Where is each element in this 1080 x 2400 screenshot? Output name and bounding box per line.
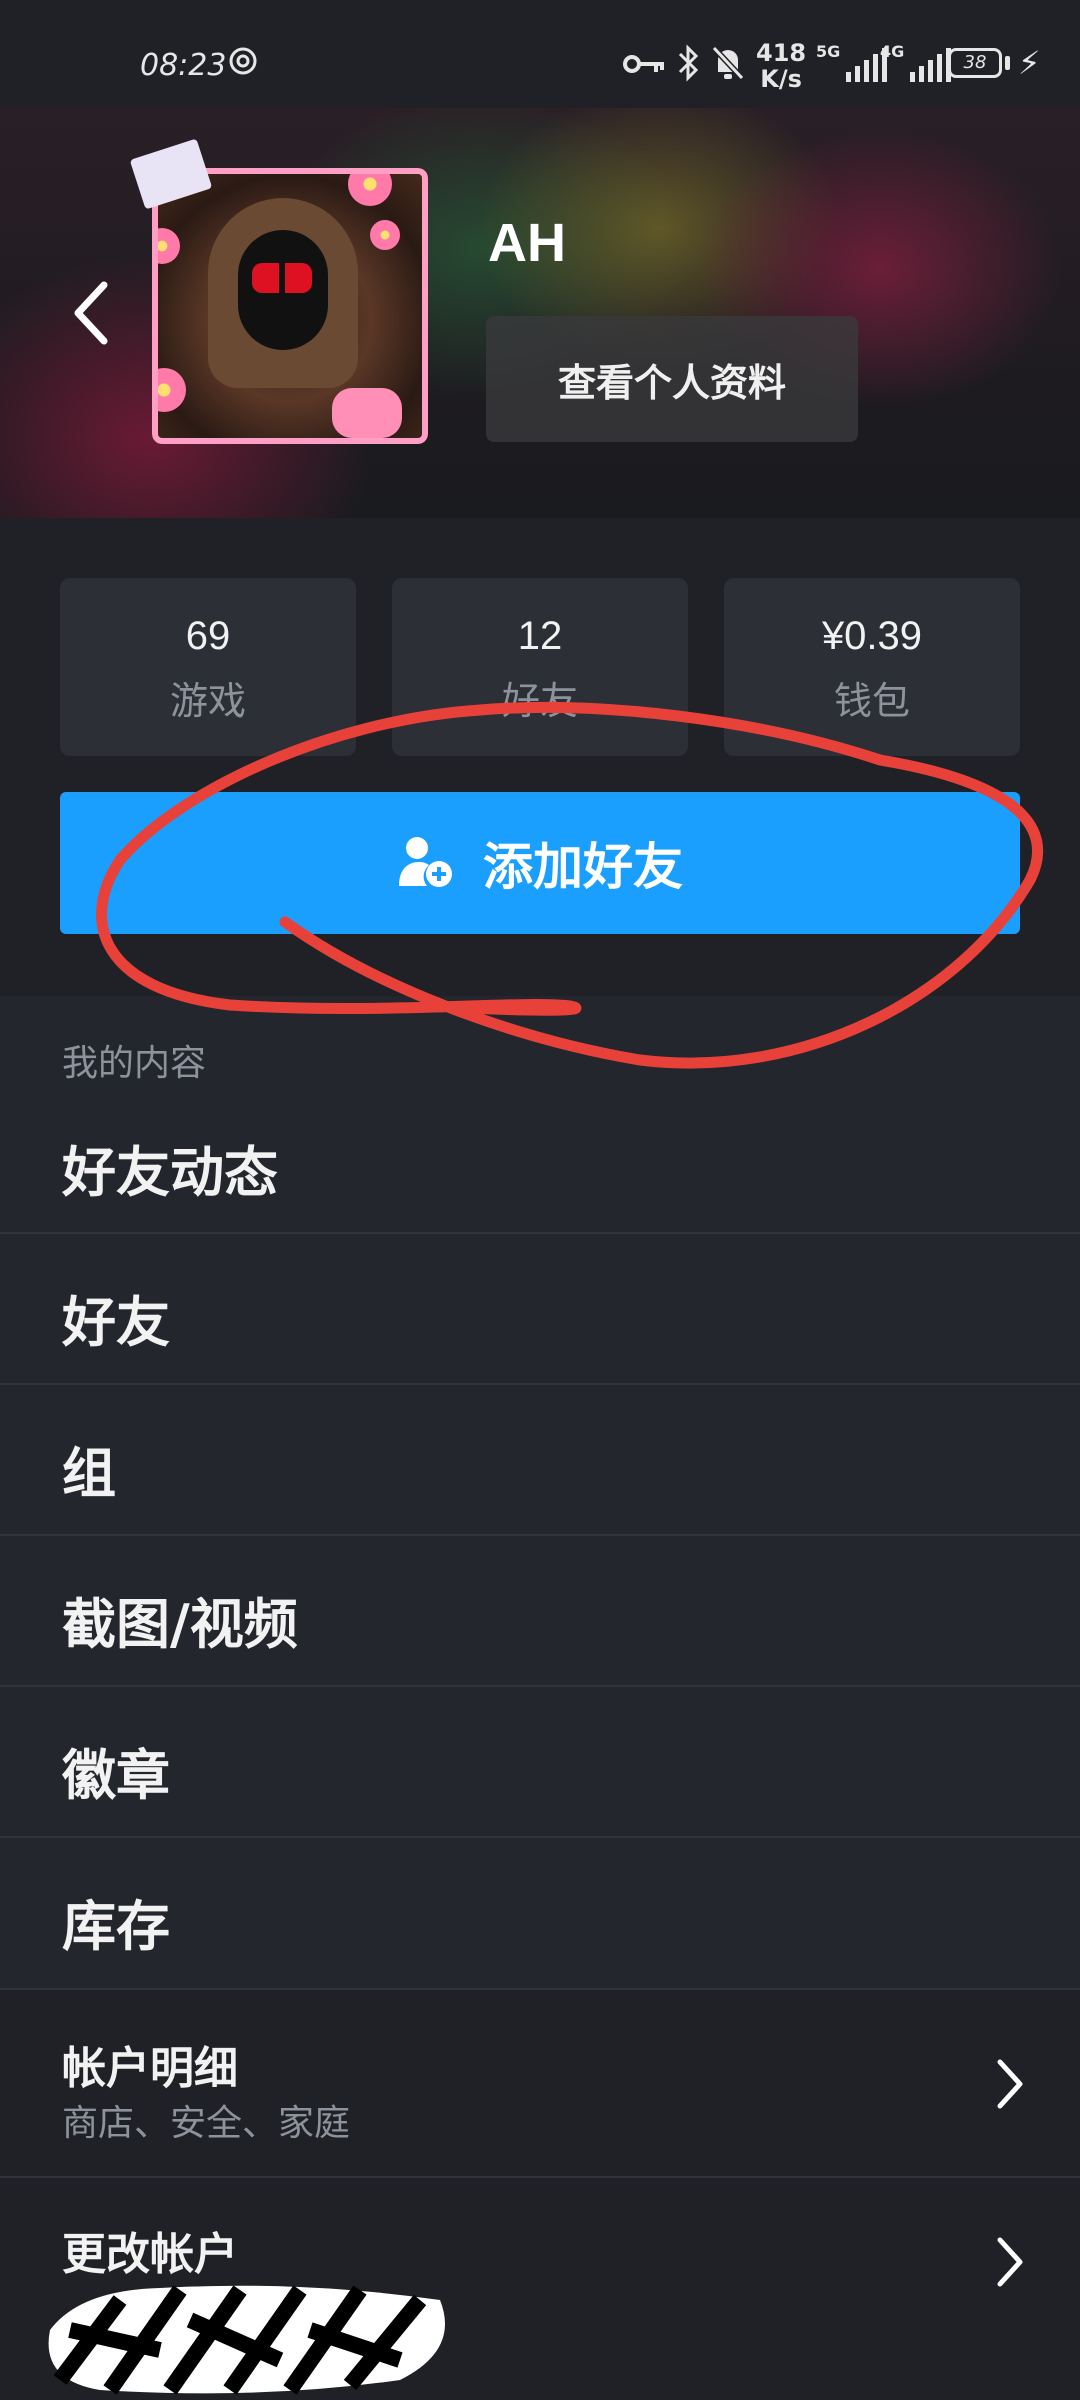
sim2-label: 4G: [880, 42, 905, 61]
menu-item-screenshots[interactable]: 截图/视频: [0, 1536, 1080, 1687]
menu-item-label: 徽章: [62, 1744, 170, 1807]
mute-icon: [711, 45, 745, 81]
menu-item-groups[interactable]: 组: [0, 1385, 1080, 1536]
signal-icon-2: 4G: [880, 42, 952, 82]
charging-icon: ⚡: [1018, 44, 1041, 82]
sim1-label: 5G: [816, 42, 841, 61]
add-user-icon: [399, 837, 452, 887]
account-details-label: 帐户明细: [62, 2043, 238, 2094]
signal-icon: 5G: [816, 42, 888, 82]
add-friend-label: 添加好友: [483, 838, 683, 896]
menu-item-label: 截图/视频: [62, 1593, 298, 1656]
bluetooth-icon: [678, 44, 699, 82]
stat-games[interactable]: 69 游戏: [60, 578, 356, 756]
redaction-scribble: [48, 2285, 446, 2395]
menu-item-friends[interactable]: 好友: [0, 1234, 1080, 1385]
sync-icon: [229, 47, 257, 75]
menu-item-friend-activity[interactable]: 好友动态: [0, 1086, 1080, 1234]
stat-friends[interactable]: 12 好友: [392, 578, 688, 756]
menu-item-label: 库存: [62, 1895, 170, 1958]
net-speed: 418 K/s: [756, 40, 806, 92]
net-speed-unit: K/s: [760, 65, 802, 93]
menu-item-label: 组: [62, 1442, 116, 1505]
menu-item-label: 好友: [62, 1291, 170, 1354]
profile-header: AH 查看个人资料: [0, 108, 1080, 518]
chevron-right-icon: [997, 2059, 1023, 2109]
net-speed-value: 418: [756, 39, 807, 67]
menu-item-inventory[interactable]: 库存: [0, 1838, 1080, 1990]
battery-tip: [1005, 56, 1010, 70]
chevron-left-icon[interactable]: [62, 273, 122, 353]
menu-item-badges[interactable]: 徽章: [0, 1687, 1080, 1838]
add-friend-button[interactable]: 添加好友: [60, 792, 1020, 934]
stat-wallet-label: 钱包: [833, 679, 910, 723]
stat-games-value: 69: [185, 614, 231, 658]
username: AH: [488, 213, 566, 273]
stat-wallet[interactable]: ¥0.39 钱包: [724, 578, 1020, 756]
status-bar: 08:23 418 K/s 5G 4G 38 ⚡: [0, 0, 1080, 108]
account-details-row[interactable]: 帐户明细 商店、安全、家庭: [0, 1990, 1080, 2178]
account-details-sub: 商店、安全、家庭: [62, 2103, 351, 2144]
view-profile-button[interactable]: 查看个人资料: [486, 316, 858, 442]
battery-level: 38: [963, 52, 987, 73]
battery-icon: 38: [948, 48, 1002, 78]
stat-friends-label: 好友: [501, 679, 578, 723]
key-icon: [623, 55, 664, 73]
stat-wallet-value: ¥0.39: [821, 614, 923, 658]
stat-games-label: 游戏: [169, 679, 246, 723]
avatar[interactable]: [152, 168, 428, 444]
stat-friends-value: 12: [517, 614, 563, 658]
chevron-right-icon: [997, 2237, 1023, 2287]
stats-area: 69 游戏 12 好友 ¥0.39 钱包 添加好友: [0, 518, 1080, 996]
status-time: 08:23: [140, 48, 227, 83]
menu-item-label: 好友动态: [62, 1141, 278, 1204]
section-title: 我的内容: [62, 1043, 207, 1084]
